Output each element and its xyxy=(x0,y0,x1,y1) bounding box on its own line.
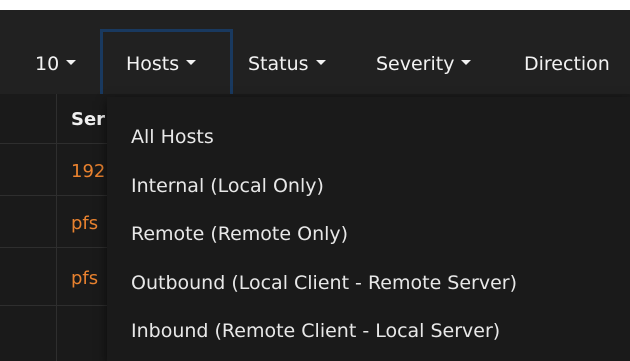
filter-toolbar: 10 Hosts Status Severity Direction xyxy=(0,10,630,98)
caret-down-icon xyxy=(66,60,77,65)
direction-label: Direction xyxy=(524,53,610,75)
menu-item-all-hosts[interactable]: All Hosts xyxy=(131,119,214,155)
menu-item-internal[interactable]: Internal (Local Only) xyxy=(131,168,324,204)
menu-item-inbound[interactable]: Inbound (Remote Client - Local Server) xyxy=(131,313,500,349)
menu-item-outbound[interactable]: Outbound (Local Client - Remote Server) xyxy=(131,265,517,301)
page-size-dropdown[interactable]: 10 xyxy=(35,10,77,94)
status-dropdown[interactable]: Status xyxy=(248,10,326,94)
severity-dropdown[interactable]: Severity xyxy=(376,10,472,94)
server-cell[interactable]: pfs xyxy=(71,268,98,289)
caret-down-icon xyxy=(186,60,197,65)
screenshot: 10 Hosts Status Severity Direction Ser 1… xyxy=(0,0,630,361)
hosts-label: Hosts xyxy=(126,53,180,75)
menu-item-remote[interactable]: Remote (Remote Only) xyxy=(131,216,348,252)
caret-down-icon xyxy=(461,60,472,65)
direction-dropdown[interactable]: Direction xyxy=(524,10,610,94)
server-column-header[interactable]: Ser xyxy=(71,109,105,130)
hosts-dropdown[interactable]: Hosts xyxy=(126,10,197,94)
server-cell[interactable]: 192 xyxy=(71,161,105,182)
status-label: Status xyxy=(248,53,309,75)
caret-down-icon xyxy=(315,60,326,65)
severity-label: Severity xyxy=(376,53,455,75)
hosts-dropdown-menu: All Hosts Internal (Local Only) Remote (… xyxy=(107,97,630,361)
page-size-label: 10 xyxy=(35,53,60,75)
server-cell[interactable]: pfs xyxy=(71,213,98,234)
